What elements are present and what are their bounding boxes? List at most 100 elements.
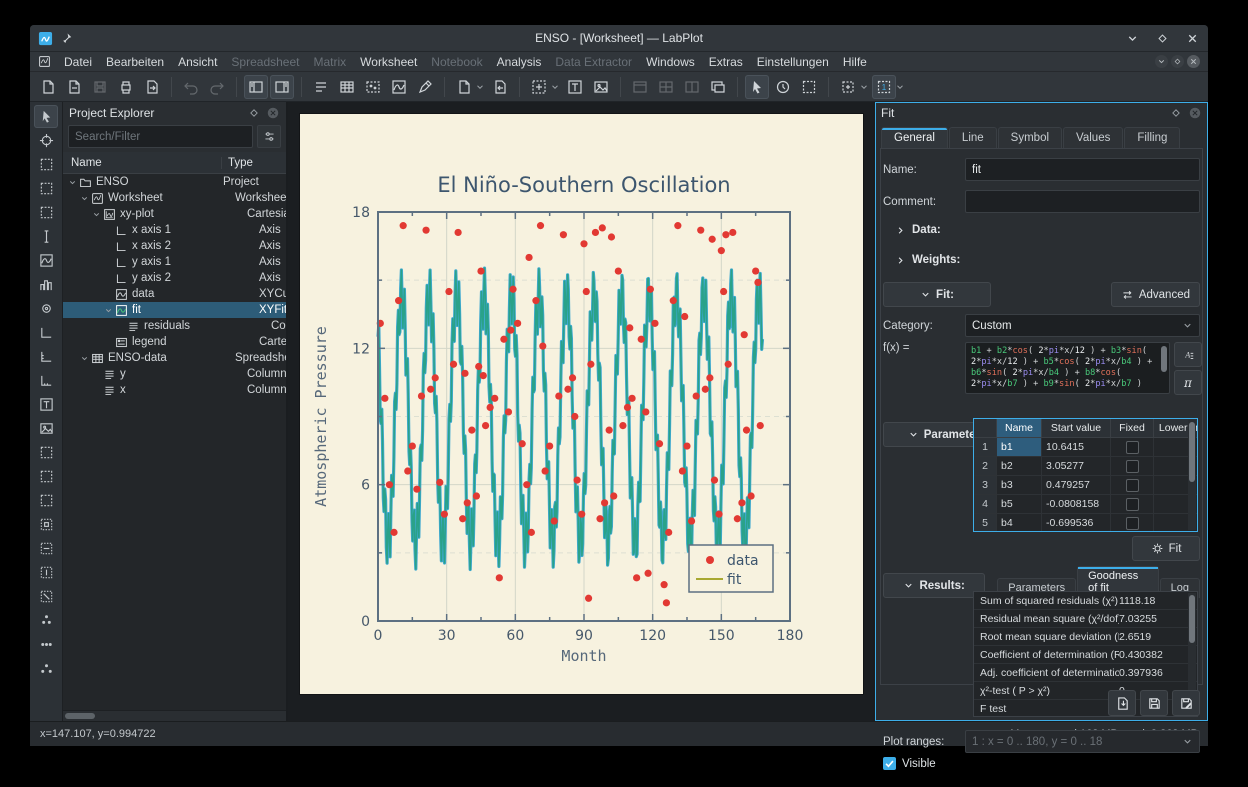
scale-auto-y-button[interactable] xyxy=(34,633,58,656)
run-fit-button[interactable]: Fit xyxy=(1132,536,1200,561)
zoom-fit-height-button[interactable] xyxy=(34,585,58,608)
fixed-checkbox[interactable] xyxy=(1126,517,1139,530)
chevron-down-icon[interactable] xyxy=(859,82,869,92)
menu-ansicht[interactable]: Ansicht xyxy=(171,54,224,70)
import-button[interactable] xyxy=(488,75,512,99)
menu-extras[interactable]: Extras xyxy=(702,54,750,70)
chevron-down-icon[interactable] xyxy=(895,82,905,92)
add-image-tool[interactable] xyxy=(34,417,58,440)
weights-section-toggle[interactable]: Weights: xyxy=(895,254,960,266)
plot-selector-button[interactable]: 1 xyxy=(872,75,896,99)
tab-filling[interactable]: Filling xyxy=(1124,127,1180,149)
zoom-select-tool[interactable] xyxy=(34,153,58,176)
visible-checkbox[interactable]: Visible xyxy=(883,757,936,770)
toggle-properties-dock-button[interactable] xyxy=(270,75,294,99)
fixed-checkbox[interactable] xyxy=(1126,441,1139,454)
tree-row-data[interactable]: dataXYCurve xyxy=(63,286,286,302)
maximize-button[interactable] xyxy=(1154,30,1170,46)
add-horizontal-axis-button[interactable] xyxy=(34,321,58,344)
dock-float-icon[interactable] xyxy=(248,107,260,119)
tab-line[interactable]: Line xyxy=(949,127,997,149)
magnification-button[interactable] xyxy=(836,75,860,99)
chevron-down-icon[interactable] xyxy=(475,82,485,92)
mdi-close-button[interactable] xyxy=(1187,55,1200,68)
menu-hilfe[interactable]: Hilfe xyxy=(836,54,874,70)
expander-open-icon[interactable] xyxy=(79,194,90,203)
parameter-row-b2[interactable]: 2b23.05277 xyxy=(974,457,1197,476)
zoom-out-button[interactable] xyxy=(34,465,58,488)
pin-icon[interactable] xyxy=(61,32,74,45)
parameter-row-b1[interactable]: 1b110.6415 xyxy=(974,438,1197,457)
add-legend-button[interactable] xyxy=(34,369,58,392)
menu-einstellungen[interactable]: Einstellungen xyxy=(750,54,836,70)
print-button[interactable] xyxy=(114,75,138,99)
zoom-mode-button[interactable] xyxy=(527,75,551,99)
tab-symbol[interactable]: Symbol xyxy=(998,127,1062,149)
new-datapicker-button[interactable] xyxy=(413,75,437,99)
new-folder-button[interactable] xyxy=(309,75,333,99)
parameter-row-b5[interactable]: 4b5-0.0808158 xyxy=(974,495,1197,514)
zoom-origin-button[interactable] xyxy=(34,489,58,512)
close-button[interactable] xyxy=(1184,30,1200,46)
worksheet-page[interactable]: 0306090120150180061218El Niño-Southern O… xyxy=(300,114,863,694)
new-project-button[interactable] xyxy=(36,75,60,99)
fixed-checkbox[interactable] xyxy=(1126,498,1139,511)
parameter-row-b3[interactable]: 3b30.479257 xyxy=(974,476,1197,495)
tree-row-enso[interactable]: ENSOProject xyxy=(63,174,286,190)
comment-field[interactable] xyxy=(965,190,1200,213)
save-as-template-button[interactable] xyxy=(1172,690,1200,716)
add-text-label-tool[interactable] xyxy=(34,393,58,416)
select-mode-button[interactable] xyxy=(745,75,769,99)
expander-open-icon[interactable] xyxy=(67,178,78,187)
navigate-tool[interactable] xyxy=(34,129,58,152)
tree-row-x-axis-1[interactable]: x axis 1Axis xyxy=(63,222,286,238)
zoom-in-button[interactable] xyxy=(34,441,58,464)
data-section-toggle[interactable]: Data: xyxy=(895,224,941,236)
zoom-y-select-tool[interactable] xyxy=(34,201,58,224)
chevron-down-icon[interactable] xyxy=(550,82,560,92)
zoom-fit-selection-button[interactable] xyxy=(34,537,58,560)
tree-header[interactable]: Name Type xyxy=(63,152,286,174)
add-vertical-axis-button[interactable] xyxy=(34,345,58,368)
dock-close-icon[interactable] xyxy=(266,106,280,120)
filter-options-button[interactable] xyxy=(257,125,281,148)
mdi-restore-button[interactable] xyxy=(1171,55,1184,68)
zoom-fit-width-button[interactable] xyxy=(34,561,58,584)
tree-row-worksheet[interactable]: WorksheetWorksheet xyxy=(63,190,286,206)
tab-general[interactable]: General xyxy=(881,127,948,149)
tree-row-xy-plot[interactable]: xy-plotCartesianPlot xyxy=(63,206,286,222)
scale-auto-x-button[interactable] xyxy=(34,609,58,632)
tree-row-fit[interactable]: fitXYFitCurve xyxy=(63,302,286,318)
tab-values[interactable]: Values xyxy=(1063,127,1123,149)
navigate-mode-button[interactable] xyxy=(771,75,795,99)
fixed-checkbox[interactable] xyxy=(1126,460,1139,473)
menu-windows[interactable]: Windows xyxy=(639,54,702,70)
new-live-datasource-button[interactable] xyxy=(452,75,476,99)
cursor-tool[interactable] xyxy=(34,225,58,248)
new-matrix-button[interactable] xyxy=(361,75,385,99)
menu-analysis[interactable]: Analysis xyxy=(490,54,549,70)
constants-button[interactable]: π xyxy=(1174,370,1202,395)
category-combobox[interactable]: Custom xyxy=(965,314,1200,337)
mdi-minimize-button[interactable] xyxy=(1155,55,1168,68)
scale-auto-button[interactable] xyxy=(34,657,58,680)
zoom-fit-page-button[interactable] xyxy=(34,513,58,536)
tree-row-y[interactable]: yColumn xyxy=(63,366,286,382)
add-xy-curve-button[interactable] xyxy=(34,249,58,272)
tree-row-legend[interactable]: legendCartesianPlotLegend xyxy=(63,334,286,350)
tree-row-residuals[interactable]: residualsColumn xyxy=(63,318,286,334)
expander-open-icon[interactable] xyxy=(91,210,102,219)
add-histogram-button[interactable] xyxy=(34,273,58,296)
expander-open-icon[interactable] xyxy=(79,354,90,363)
tree-row-enso-data[interactable]: ENSO-dataSpreadsheet xyxy=(63,350,286,366)
tree-row-x[interactable]: xColumn xyxy=(63,382,286,398)
fit-section-toggle[interactable]: Fit: xyxy=(883,282,991,307)
name-field[interactable] xyxy=(965,158,1200,181)
minimize-button[interactable] xyxy=(1124,30,1140,46)
zoom-x-select-tool[interactable] xyxy=(34,177,58,200)
add-image-button[interactable] xyxy=(589,75,613,99)
menu-worksheet[interactable]: Worksheet xyxy=(353,54,424,70)
new-worksheet-button[interactable] xyxy=(387,75,411,99)
close-window-button[interactable] xyxy=(706,75,730,99)
fixed-checkbox[interactable] xyxy=(1126,479,1139,492)
